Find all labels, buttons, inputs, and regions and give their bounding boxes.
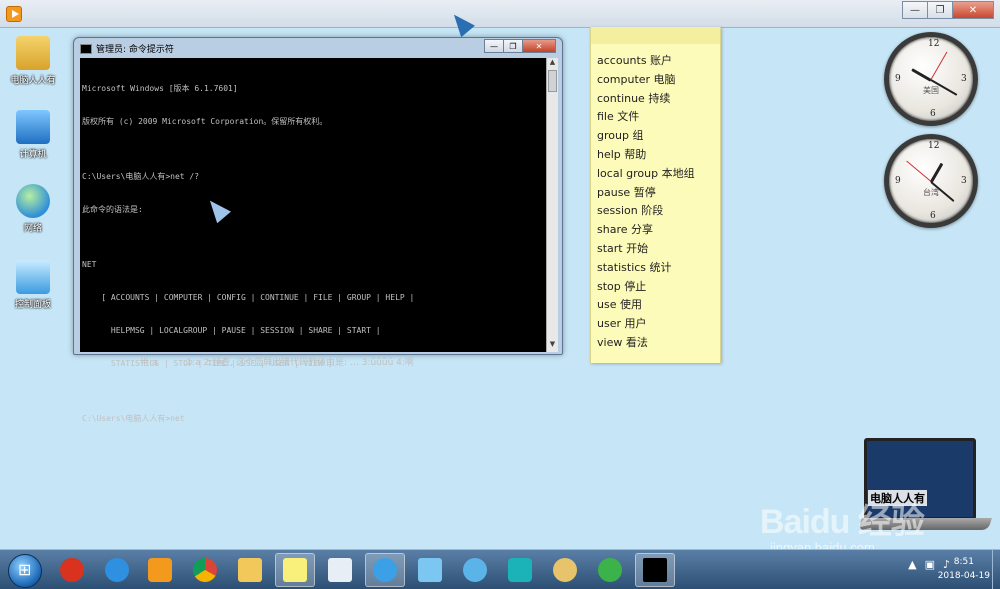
cmd-window[interactable]: 管理员: 命令提示符 — ❐ ✕ Microsoft Windows [版本 6… (73, 37, 563, 423)
console-line: [ ACCOUNTS | COMPUTER | CONFIG | CONTINU… (82, 293, 415, 302)
taskbar-clock[interactable]: 8:51 2018-04-19 (938, 555, 990, 583)
outer-window-titlebar: — ❐ ✕ (0, 0, 1000, 28)
console-line: HELPMSG | LOCALGROUP | PAUSE | SESSION |… (82, 326, 381, 335)
clock-city-label: 台湾 (923, 188, 939, 197)
console-line: 版权所有 (c) 2009 Microsoft Corporation。保留所有… (82, 117, 328, 126)
list-item: use 使用 (597, 298, 642, 312)
paint-icon[interactable] (545, 553, 585, 587)
list-item: group 组 (597, 129, 644, 143)
list-item: start 开始 (597, 241, 649, 255)
desktop-icon-user-folder[interactable]: 电脑人人有 (8, 36, 58, 86)
taskbar: ▲ ▣ ♪ 8:51 2018-04-19 (0, 549, 1000, 589)
taskbar-app-icon[interactable] (320, 553, 360, 587)
scroll-thumb[interactable] (548, 70, 557, 92)
cmd-titlebar: 管理员: 命令提示符 (80, 42, 174, 55)
baidu-watermark: Baidu 经验 (760, 503, 925, 541)
taskbar-app-icon[interactable] (455, 553, 495, 587)
desktop-icon-network[interactable]: 网络 (8, 184, 58, 234)
taskbar-time: 8:51 (953, 557, 974, 567)
cmd-minimize-button[interactable]: — (484, 39, 504, 53)
cmd-window-controls: — ❐ ✕ (484, 39, 556, 53)
ime-candidate-bar[interactable]: 半:a :1:a 2:经查, 这个蓝屏出错代码的缘由是: … 3:ǖǖǖǖ 4:… (140, 358, 414, 369)
gadgets-taskbar-icon[interactable] (365, 553, 405, 587)
network-tray-icon[interactable]: ▣ (925, 558, 935, 571)
media-player-icon[interactable] (6, 6, 22, 22)
maximize-button[interactable]: ❐ (927, 1, 953, 19)
tray-expand-icon[interactable]: ▲ (908, 558, 916, 571)
headset-icon[interactable] (500, 553, 540, 587)
taskbar-app-icon[interactable] (52, 553, 92, 587)
cmd-app-icon (80, 43, 92, 54)
control-panel-taskbar-icon[interactable] (410, 553, 450, 587)
clock-hour-hand (929, 162, 944, 184)
console-line: 此命令的语法是: (82, 205, 143, 214)
desktop-icon-label: 控制面板 (14, 300, 51, 310)
list-item: continue 持续 (597, 91, 671, 105)
clock-gadget-taiwan[interactable]: 12 3 6 9 台湾 (884, 134, 978, 228)
minimize-button[interactable]: — (902, 1, 928, 19)
user-folder-icon (16, 36, 50, 70)
list-item: file 文件 (597, 110, 640, 124)
sticky-note-header (591, 27, 720, 44)
console-output[interactable]: Microsoft Windows [版本 6.1.7601] 版权所有 (c)… (80, 58, 546, 423)
desktop-icon-control-panel[interactable]: 控制面板 (8, 260, 58, 310)
clock-gadget-usa[interactable]: 12 3 6 9 美国 (884, 32, 978, 126)
desktop-icon-label: 网络 (23, 224, 42, 234)
clock-second-hand (930, 51, 948, 80)
clock-second-hand (906, 160, 932, 182)
network-globe-icon (16, 184, 50, 218)
clock-hour-hand (911, 68, 932, 82)
internet-explorer-icon[interactable] (97, 553, 137, 587)
scroll-up-arrow-icon[interactable]: ▲ (547, 58, 558, 70)
close-button[interactable]: ✕ (952, 1, 994, 19)
console-scrollbar[interactable]: ▲ ▼ (546, 58, 558, 352)
desktop-icon-computer[interactable]: 计算机 (8, 110, 58, 160)
taskbar-date: 2018-04-19 (937, 571, 990, 581)
list-item: view 看法 (597, 335, 648, 349)
list-item: accounts 账户 (597, 54, 673, 67)
show-desktop-button[interactable] (992, 550, 1000, 589)
list-item: statistics 统计 (597, 260, 672, 274)
list-item: computer 电脑 (597, 72, 676, 86)
media-player-taskbar-icon[interactable] (140, 553, 180, 587)
desktop-icon-label: 计算机 (19, 150, 47, 160)
console-line: NET (82, 260, 97, 269)
list-item: pause 暂停 (597, 185, 656, 199)
sticky-note-list: accounts 账户 computer 电脑 continue 持续 file… (591, 44, 720, 353)
console-line: C:\Users\电脑人人有>net (82, 414, 185, 423)
cmd-close-button[interactable]: ✕ (522, 39, 556, 53)
outer-window-controls: — ❐ ✕ (902, 1, 994, 19)
cmd-maximize-button[interactable]: ❐ (503, 39, 523, 53)
cmd-title-text: 管理员: 命令提示符 (96, 45, 174, 55)
chrome-icon[interactable] (185, 553, 225, 587)
sticky-note[interactable]: accounts 账户 computer 电脑 continue 持续 file… (590, 27, 721, 363)
scroll-down-arrow-icon[interactable]: ▼ (547, 340, 558, 352)
list-item: help 帮助 (597, 147, 647, 161)
wechat-icon[interactable] (590, 553, 630, 587)
list-item: user 用户 (597, 317, 647, 331)
list-item: share 分享 (597, 223, 653, 237)
sticky-notes-taskbar-icon[interactable] (275, 553, 315, 587)
list-item: session 阶段 (597, 204, 664, 218)
start-button[interactable] (8, 554, 42, 588)
console-line: Microsoft Windows [版本 6.1.7601] (82, 84, 238, 93)
console-line: C:\Users\电脑人人有>net /? (82, 172, 200, 181)
desktop-icon-label: 电脑人人有 (10, 76, 56, 86)
list-item: local group 本地组 (597, 166, 695, 180)
computer-icon (16, 110, 50, 144)
cmd-taskbar-icon[interactable] (635, 553, 675, 587)
control-panel-icon (16, 260, 50, 294)
list-item: stop 停止 (597, 279, 647, 293)
file-explorer-icon[interactable] (230, 553, 270, 587)
clock-city-label: 美国 (923, 86, 939, 95)
